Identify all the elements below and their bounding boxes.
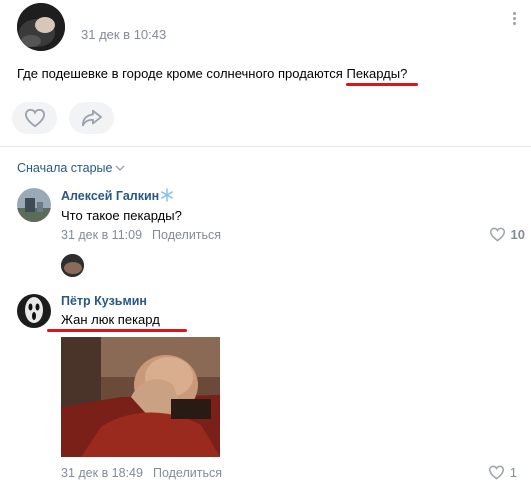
comment-text: Что такое пекарды? — [61, 208, 182, 223]
divider — [0, 146, 531, 147]
comment-photo[interactable] — [61, 337, 220, 457]
post-text-main: Где подешевке в городе кроме солнечного … — [17, 66, 347, 81]
comment-avatar[interactable] — [17, 294, 51, 328]
share-link[interactable]: Поделиться — [152, 228, 221, 242]
snowflake-icon — [161, 188, 173, 202]
share-icon — [81, 109, 102, 127]
comment-date[interactable]: 31 дек в 11:09 — [61, 228, 142, 242]
red-underline-mark — [47, 329, 187, 332]
reply-avatar[interactable] — [61, 254, 84, 277]
comment-meta: 31 дек в 11:09 Поделиться — [61, 228, 221, 242]
comment-date[interactable]: 31 дек в 18:49 — [61, 466, 143, 480]
sort-label: Сначала старые — [17, 161, 113, 175]
share-link[interactable]: Поделиться — [153, 466, 222, 480]
more-options-icon[interactable] — [513, 12, 517, 25]
heart-icon — [24, 108, 45, 128]
like-count: 1 — [509, 465, 517, 480]
comment-like-button[interactable]: 10 — [489, 227, 525, 242]
like-button[interactable] — [12, 102, 57, 134]
heart-icon — [488, 465, 504, 480]
post-text-highlight: Пекарды? — [346, 66, 408, 81]
comment-text: Жан люк пекард — [61, 312, 160, 327]
red-underline-mark — [346, 83, 418, 86]
comment-like-button[interactable]: 1 — [488, 465, 517, 480]
comment-author[interactable]: Пётр Кузьмин — [61, 294, 147, 308]
post-text: Где подешевке в городе кроме солнечного … — [17, 66, 407, 81]
chevron-down-icon — [115, 165, 125, 171]
post-date[interactable]: 31 дек в 10:43 — [81, 27, 166, 42]
comment-author[interactable]: Алексей Галкин — [61, 189, 159, 203]
post-author-avatar[interactable] — [17, 3, 65, 51]
share-button[interactable] — [69, 102, 114, 134]
comment-meta: 31 дек в 18:49 Поделиться — [61, 466, 222, 480]
like-count: 10 — [510, 227, 525, 242]
comments-sort-dropdown[interactable]: Сначала старые — [17, 161, 125, 175]
comment-avatar[interactable] — [17, 188, 51, 222]
heart-icon — [489, 227, 505, 242]
